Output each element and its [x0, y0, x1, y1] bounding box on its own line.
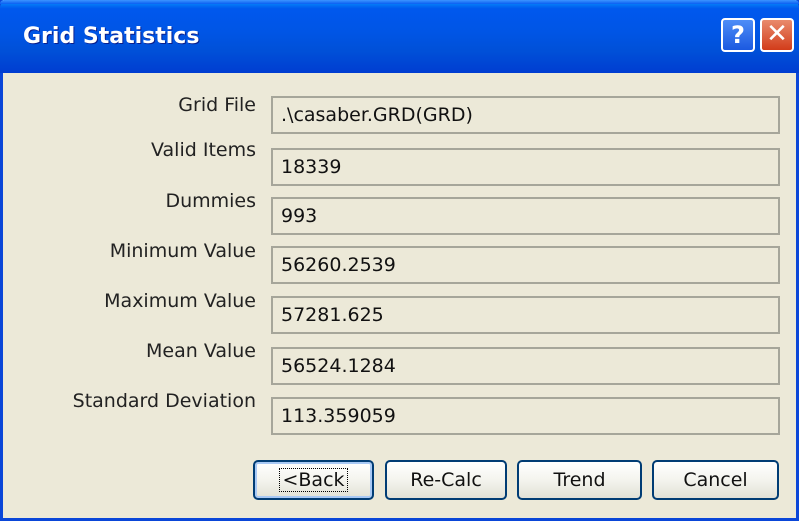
grid-file-label: Grid File	[178, 94, 256, 116]
dummies-label: Dummies	[165, 190, 256, 212]
standard-deviation-field[interactable]: 113.359059	[271, 397, 780, 435]
mean-value-field[interactable]: 56524.1284	[271, 347, 780, 385]
dummies-field[interactable]: 993	[271, 197, 780, 235]
maximum-value-label: Maximum Value	[104, 290, 256, 312]
cancel-button-label: Cancel	[683, 469, 748, 491]
dialog-title: Grid Statistics	[23, 24, 200, 49]
back-button[interactable]: <Back	[253, 460, 374, 500]
back-button-label: <Back	[279, 468, 348, 492]
close-icon: ✕	[766, 19, 788, 49]
question-mark-icon: ?	[731, 21, 745, 49]
standard-deviation-label: Standard Deviation	[72, 390, 256, 412]
valid-items-label: Valid Items	[151, 139, 256, 161]
close-button[interactable]: ✕	[760, 18, 794, 52]
mean-value-label: Mean Value	[146, 340, 256, 362]
recalc-button-label: Re-Calc	[410, 469, 482, 491]
help-button[interactable]: ?	[721, 18, 755, 52]
cancel-button[interactable]: Cancel	[652, 460, 779, 500]
trend-button[interactable]: Trend	[517, 460, 642, 500]
grid-file-field[interactable]: .\casaber.GRD(GRD)	[271, 96, 780, 134]
minimum-value-field[interactable]: 56260.2539	[271, 246, 780, 284]
title-bar[interactable]: Grid Statistics ? ✕	[0, 0, 799, 73]
recalc-button[interactable]: Re-Calc	[385, 460, 507, 500]
minimum-value-label: Minimum Value	[109, 240, 256, 262]
valid-items-field[interactable]: 18339	[271, 148, 780, 186]
maximum-value-field[interactable]: 57281.625	[271, 296, 780, 334]
grid-statistics-dialog: Grid Statistics ? ✕ Grid File .\casaber.…	[0, 0, 799, 521]
trend-button-label: Trend	[553, 469, 606, 491]
